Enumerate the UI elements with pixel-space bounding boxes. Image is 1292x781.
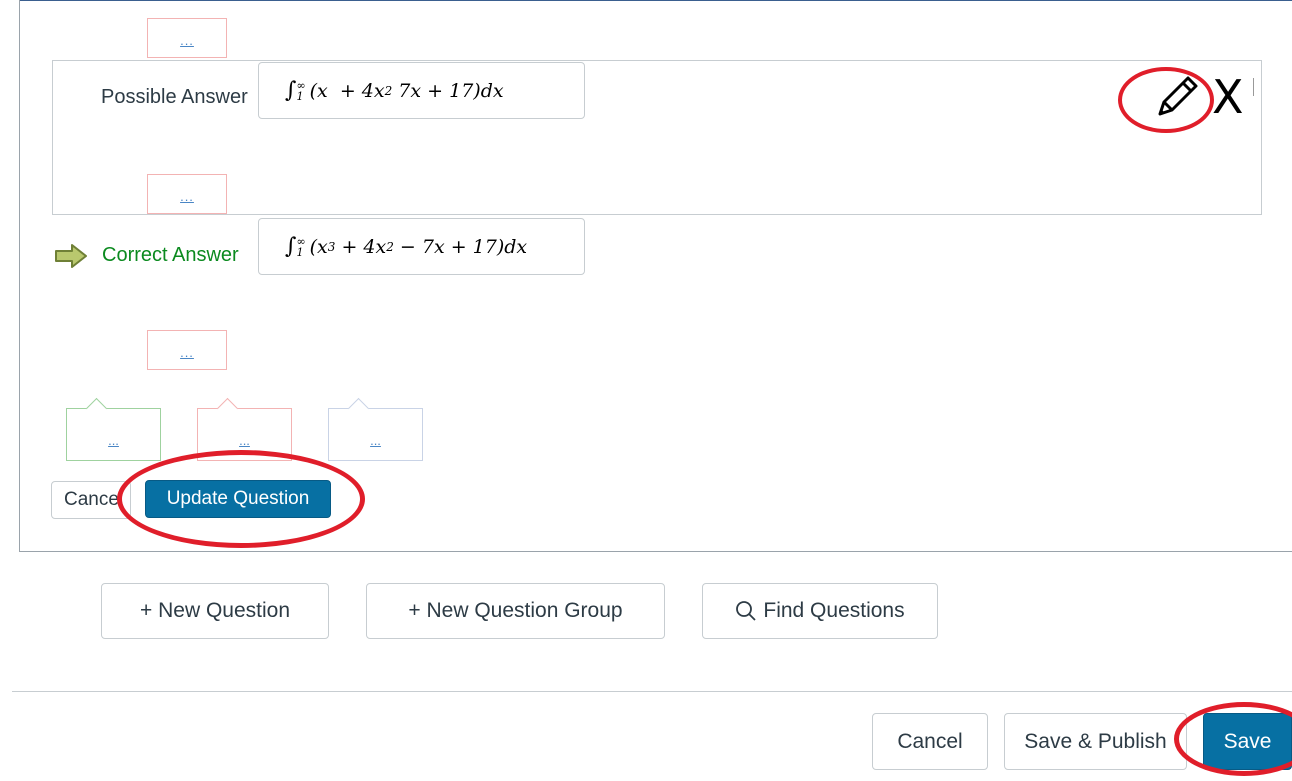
answer-comment-box[interactable]: ...: [147, 174, 227, 214]
comment-box-3[interactable]: ...: [147, 330, 227, 370]
find-questions-button[interactable]: Find Questions: [702, 583, 938, 639]
answer-comment-link[interactable]: ...: [148, 189, 226, 204]
comment-box[interactable]: ...: [147, 18, 227, 58]
annotation-circle-pencil: [1118, 67, 1214, 133]
new-question-group-button[interactable]: + New Question Group: [366, 583, 665, 639]
search-icon: [736, 601, 757, 621]
new-question-button[interactable]: + New Question: [101, 583, 329, 639]
correct-answer-label: Correct Answer: [102, 244, 239, 266]
arrow-right-icon: [54, 243, 88, 274]
possible-answer-label: Possible Answer: [101, 86, 248, 108]
cancel-button[interactable]: Cancel: [872, 713, 988, 770]
neutral-feedback-link[interactable]: ...: [329, 433, 422, 448]
delete-answer-button[interactable]: X: [1212, 70, 1244, 124]
neutral-feedback-box[interactable]: ...: [328, 397, 423, 461]
comment-link[interactable]: ...: [148, 33, 226, 48]
annotation-circle-save: [1174, 702, 1292, 776]
possible-answer-container: [52, 60, 1262, 215]
comment-link-3[interactable]: ...: [148, 345, 226, 360]
find-questions-label: Find Questions: [763, 599, 905, 622]
divider: [1253, 78, 1254, 96]
annotation-circle-update: [117, 450, 365, 548]
save-publish-button[interactable]: Save & Publish: [1004, 713, 1187, 770]
possible-answer-input[interactable]: ∫ ∞ 1 (x + 4x 2 7x + 17)dx: [258, 62, 585, 119]
incorrect-feedback-link[interactable]: ...: [198, 433, 291, 448]
correct-answer-input[interactable]: ∫ ∞ 1 (x 3 + 4x 2 − 7x + 17)dx: [258, 218, 585, 275]
correct-feedback-box[interactable]: ...: [66, 397, 161, 461]
footer-divider: [12, 691, 1292, 692]
correct-feedback-link[interactable]: ...: [67, 433, 160, 448]
